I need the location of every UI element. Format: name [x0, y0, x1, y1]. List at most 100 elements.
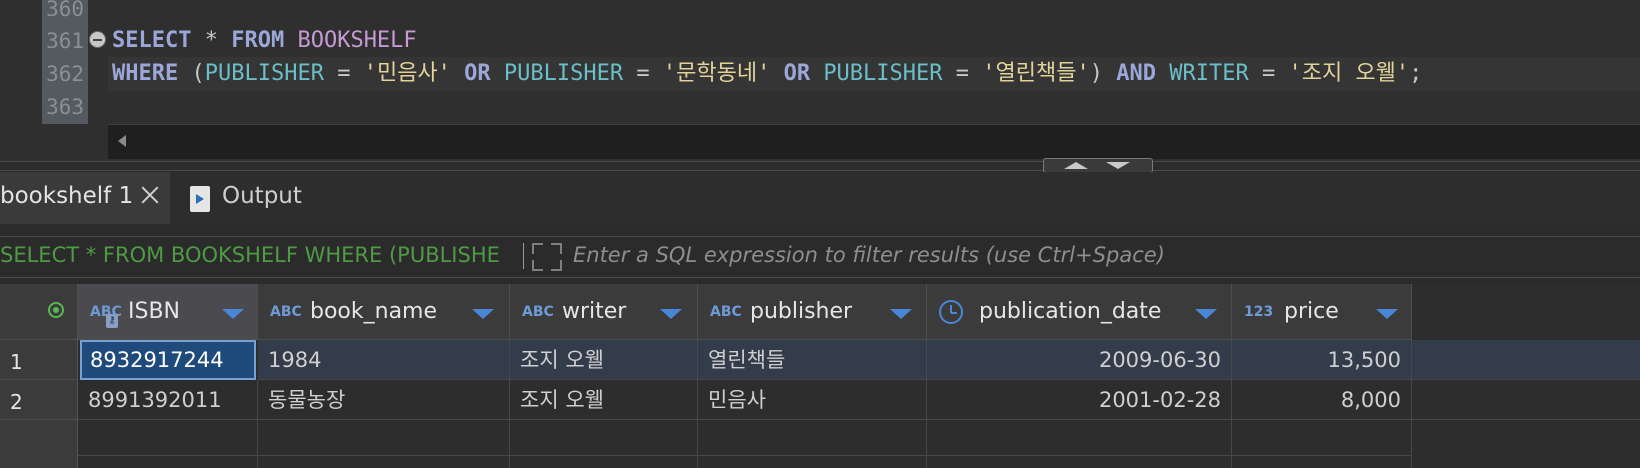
- cell-publication-date[interactable]: 2001-02-28: [927, 380, 1232, 420]
- text-type-icon: ABC: [522, 304, 554, 320]
- empty-cell: [258, 456, 510, 468]
- row-filler: [1412, 380, 1640, 420]
- sort-filter-icon[interactable]: [890, 309, 912, 319]
- empty-cell: [510, 456, 698, 468]
- column-name: writer: [562, 299, 627, 324]
- sql-keyword: FROM: [231, 28, 285, 53]
- empty-cell: [78, 456, 258, 468]
- row-number[interactable]: 1: [0, 340, 78, 380]
- divider: [523, 243, 524, 269]
- empty-cell: [258, 420, 510, 456]
- scroll-left-icon[interactable]: [118, 135, 126, 147]
- empty-cell: [698, 456, 927, 468]
- sql-string: '조지 오웰': [1288, 61, 1410, 86]
- number-type-icon: 123: [1244, 304, 1274, 320]
- sql-operator: =: [623, 61, 663, 86]
- sql-operator: *: [191, 28, 232, 53]
- empty-cell: [698, 420, 927, 456]
- line-number: 362: [46, 62, 84, 86]
- code-line-361[interactable]: SELECT * FROM BOOKSHELF: [112, 24, 417, 58]
- sql-operator: =: [323, 61, 364, 86]
- sql-column: PUBLISHER: [503, 61, 624, 86]
- empty-cell: [927, 456, 1232, 468]
- cell-price[interactable]: 13,500: [1232, 340, 1412, 380]
- sql-column: PUBLISHER: [823, 61, 943, 86]
- text-type-icon: ABC: [270, 304, 302, 320]
- sort-filter-icon[interactable]: [1195, 309, 1217, 319]
- sql-table-name: BOOKSHELF: [284, 28, 417, 53]
- empty-cell: [510, 420, 698, 456]
- empty-cell: [1232, 456, 1412, 468]
- cell-book-name[interactable]: 동물농장: [258, 380, 510, 420]
- sql-keyword: OR: [770, 61, 824, 86]
- cell-publisher[interactable]: 열린책들: [698, 340, 927, 380]
- sql-string: '민음사': [363, 61, 451, 86]
- row-number-empty: [0, 420, 78, 468]
- cell-publication-date[interactable]: 2009-06-30: [927, 340, 1232, 380]
- result-grid: ABC ⚷ ISBN ABC book_name ABC writer ABC …: [0, 284, 1640, 468]
- column-header-writer[interactable]: ABC writer: [510, 284, 698, 340]
- line-number: 363: [46, 95, 84, 119]
- column-header-publication-date[interactable]: publication_date: [927, 284, 1232, 340]
- sort-filter-icon[interactable]: [222, 309, 244, 319]
- column-name: publication_date: [979, 299, 1162, 324]
- code-line-362[interactable]: WHERE (PUBLISHER = '민음사' OR PUBLISHER = …: [112, 57, 1422, 91]
- column-name: ISBN: [128, 299, 181, 324]
- sql-keyword: AND: [1116, 61, 1156, 86]
- sql-paren: (: [178, 61, 205, 86]
- cell-book-name[interactable]: 1984: [258, 340, 510, 380]
- column-header-book-name[interactable]: ABC book_name: [258, 284, 510, 340]
- line-number: 360: [46, 0, 84, 21]
- key-icon: ⚷: [106, 314, 118, 328]
- column-name: book_name: [310, 299, 438, 324]
- date-type-icon: [939, 300, 963, 324]
- column-header-publisher[interactable]: ABC publisher: [698, 284, 927, 340]
- cell-publisher[interactable]: 민음사: [698, 380, 927, 420]
- column-name: publisher: [750, 299, 853, 324]
- restore-down-icon[interactable]: [1106, 162, 1130, 169]
- sql-operator: =: [1248, 61, 1289, 86]
- column-name: price: [1284, 299, 1339, 324]
- panel-splitter[interactable]: [0, 161, 1640, 171]
- cell-isbn[interactable]: 8991392011: [78, 380, 258, 420]
- sql-keyword: WHERE: [112, 61, 179, 86]
- record-mode-icon[interactable]: [48, 302, 64, 318]
- empty-cell: [1232, 420, 1412, 456]
- row-number[interactable]: 2: [0, 380, 78, 420]
- row-filler: [1412, 340, 1640, 380]
- fold-collapse-icon[interactable]: [89, 31, 106, 48]
- empty-cell: [927, 420, 1232, 456]
- sql-string: '열린책들': [982, 61, 1090, 86]
- filter-bar: SELECT * FROM BOOKSHELF WHERE (PUBLISHE …: [0, 236, 1640, 278]
- splitter-toggle[interactable]: [1043, 158, 1153, 173]
- horizontal-scrollbar[interactable]: [108, 124, 1640, 159]
- sql-editor[interactable]: 360 361 362 363 SELECT * FROM BOOKSHELF …: [0, 0, 1640, 162]
- column-header-price[interactable]: 123 price: [1232, 284, 1412, 340]
- cell-writer[interactable]: 조지 오웰: [510, 380, 698, 420]
- sql-operator: =: [942, 61, 983, 86]
- sql-keyword: SELECT: [112, 28, 192, 53]
- close-icon[interactable]: [139, 184, 161, 206]
- sql-keyword: OR: [450, 61, 504, 86]
- grid-corner[interactable]: [0, 284, 78, 340]
- filter-input[interactable]: Enter a SQL expression to filter results…: [573, 243, 1165, 267]
- expand-icon[interactable]: [532, 243, 562, 271]
- result-tabs: bookshelf 1 Output: [0, 172, 1640, 224]
- cell-price[interactable]: 8,000: [1232, 380, 1412, 420]
- cell-writer[interactable]: 조지 오웰: [510, 340, 698, 380]
- sql-paren: ): [1089, 61, 1117, 86]
- tab-bookshelf-1[interactable]: bookshelf 1: [0, 172, 170, 224]
- maximize-up-icon[interactable]: [1064, 162, 1088, 169]
- active-query-text: SELECT * FROM BOOKSHELF WHERE (PUBLISHE: [0, 243, 500, 267]
- cell-isbn[interactable]: 8932917244: [80, 340, 256, 380]
- tab-label: bookshelf 1: [0, 183, 134, 209]
- sort-filter-icon[interactable]: [660, 309, 682, 319]
- sql-string: '문학동네': [662, 61, 771, 86]
- tab-output[interactable]: Output: [184, 172, 334, 224]
- sort-filter-icon[interactable]: [472, 309, 494, 319]
- sort-filter-icon[interactable]: [1376, 309, 1398, 319]
- text-type-icon: ABC: [710, 304, 742, 320]
- sql-semicolon: ;: [1409, 61, 1423, 86]
- sql-column: PUBLISHER: [204, 61, 324, 86]
- column-header-isbn[interactable]: ABC ⚷ ISBN: [78, 284, 258, 340]
